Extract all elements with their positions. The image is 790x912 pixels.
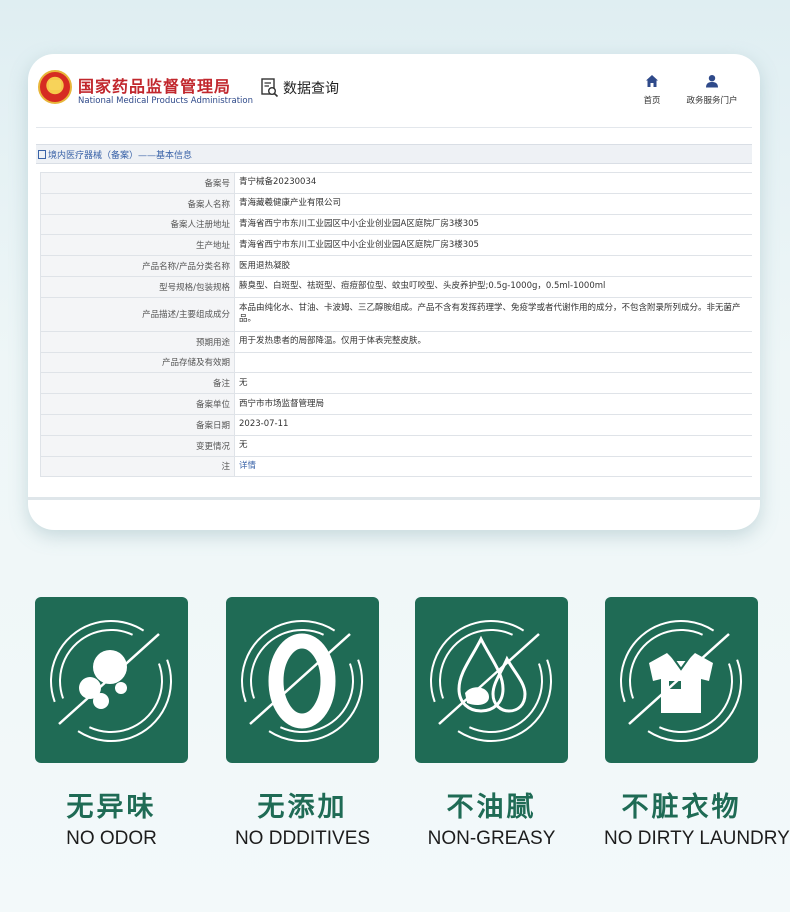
field-value: 本品由纯化水、甘油、卡波姆、三乙醇胺组成。产品不含有发挥药理学、免疫学或者代谢作… (234, 296, 752, 332)
table-row: 生产地址 青海省西宁市东川工业园区中小企业创业园A区庭院厂房3楼305 (40, 234, 752, 257)
record-table: 备案号 青宁械备20230034 备案人名称 青海藏羲健康产业有限公司 备案人注册地址青… (40, 172, 752, 478)
zero-additives-icon (226, 597, 379, 763)
feature-no-additives: 无添加 NO DDDITIVES (225, 597, 380, 850)
feature-title-en: NO ODOR (66, 828, 157, 849)
nav-service-portal-label: 政务服务门户 (686, 96, 738, 106)
feature-title-cn: 无添加 (257, 792, 348, 823)
document-search-icon (261, 78, 279, 98)
field-value (234, 351, 752, 374)
data-query-link[interactable]: 数据查询 (261, 78, 339, 98)
table-row: 预期用途 用于发热患者的局部降温。仅用于体表完整皮肤。 (40, 330, 752, 353)
no-dirty-laundry-icon (605, 597, 758, 763)
feature-title-en: NO DDDITIVES (234, 828, 371, 849)
field-label: 预期用途 (40, 330, 235, 353)
table-row: 注详情 (40, 455, 752, 478)
feature-title-cn: 不油腻 (446, 792, 537, 823)
card-scroll-track (28, 497, 760, 500)
field-value: 无 (234, 372, 752, 395)
user-icon (680, 72, 744, 90)
field-label: 备案号 (40, 172, 235, 194)
nav-service-portal[interactable]: 政务服务门户 (680, 72, 744, 106)
feature-title-en: NON-GREASY (427, 828, 556, 849)
breadcrumb: 境内医疗器械（备案）——基本信息 (36, 144, 752, 164)
site-name-en: National Medical Products Administration (78, 96, 253, 106)
table-row: 产品描述/主要组成成分 本品由纯化水、甘油、卡波姆、三乙醇胺组成。产品不含有发挥药… (40, 296, 752, 332)
field-value: 腋臭型、白斑型、祛斑型、痘痘部位型、蚊虫叮咬型、头皮养护型;0.5g-1000g… (234, 275, 752, 298)
field-value: 医用退热凝胶 (234, 255, 752, 277)
table-row: 备案人名称 青海藏羲健康产业有限公司 (40, 192, 752, 215)
site-header: 国家药品监督管理局 National Medical Products Admi… (36, 60, 752, 128)
field-label: 注 (40, 455, 235, 478)
feature-title-cn: 不脏衣物 (621, 792, 742, 823)
data-query-label: 数据查询 (283, 81, 339, 97)
feature-non-greasy: 不油腻 NON-GREASY (414, 597, 569, 850)
table-row: 变更情况无 (40, 434, 752, 457)
field-value: 用于发热患者的局部降温。仅用于体表完整皮肤。 (234, 330, 752, 353)
feature-no-odor: 无异味 NO ODOR (34, 597, 189, 850)
field-label: 备案单位 (40, 393, 235, 415)
field-label: 产品描述/主要组成成分 (40, 296, 235, 332)
field-label: 产品存储及有效期 (40, 351, 235, 374)
field-label: 备案人注册地址 (40, 213, 235, 236)
screenshot-card: 国家药品监督管理局 National Medical Products Admi… (28, 54, 760, 530)
table-row: 产品名称/产品分类名称 医用退热凝胶 (40, 255, 752, 277)
feature-title-cn: 无异味 (66, 792, 157, 823)
table-row: 产品存储及有效期 (40, 351, 752, 374)
table-row: 型号规格/包装规格 腋臭型、白斑型、祛斑型、痘痘部位型、蚊虫叮咬型、头皮养护型;0… (40, 275, 752, 298)
site-name[interactable]: 国家药品监督管理局 (78, 73, 231, 97)
table-row: 备案单位 西宁市市场监督管理局 (40, 393, 752, 415)
field-label: 型号规格/包装规格 (40, 275, 235, 298)
field-label: 变更情况 (40, 434, 235, 457)
field-label: 备案日期 (40, 413, 235, 436)
field-label: 备案人名称 (40, 192, 235, 215)
table-row: 备案号 青宁械备20230034 (40, 172, 752, 194)
details-link[interactable]: 详情 (234, 455, 752, 478)
table-row: 备注无 (40, 372, 752, 395)
no-grease-icon (415, 597, 568, 763)
site-frame: 国家药品监督管理局 National Medical Products Admi… (36, 60, 752, 500)
field-value: 2023-07-11 (234, 413, 752, 436)
national-emblem-icon (38, 70, 72, 104)
field-label: 产品名称/产品分类名称 (40, 255, 235, 277)
field-value: 青海省西宁市东川工业园区中小企业创业园A区庭院厂房3楼305 (234, 234, 752, 257)
home-icon (620, 72, 684, 90)
no-odor-icon (35, 597, 188, 763)
feature-title-en: NO DIRTY LAUNDRY (604, 828, 790, 849)
breadcrumb-text: 境内医疗器械（备案）——基本信息 (48, 150, 193, 161)
field-value: 西宁市市场监督管理局 (234, 393, 752, 415)
field-label: 生产地址 (40, 234, 235, 257)
field-value: 青宁械备20230034 (234, 172, 752, 194)
document-icon (38, 149, 46, 159)
table-row: 备案人注册地址 青海省西宁市东川工业园区中小企业创业园A区庭院厂房3楼305 (40, 213, 752, 236)
nav-home-label: 首页 (643, 96, 661, 106)
field-label: 备注 (40, 372, 235, 395)
field-value: 青海藏羲健康产业有限公司 (234, 192, 752, 215)
nav-home[interactable]: 首页 (620, 72, 684, 106)
table-row: 备案日期 2023-07-11 (40, 413, 752, 436)
field-value: 无 (234, 434, 752, 457)
feature-no-dirty-laundry: 不脏衣物 NO DIRTY LAUNDRY (604, 597, 790, 850)
field-value: 青海省西宁市东川工业园区中小企业创业园A区庭院厂房3楼305 (234, 213, 752, 236)
